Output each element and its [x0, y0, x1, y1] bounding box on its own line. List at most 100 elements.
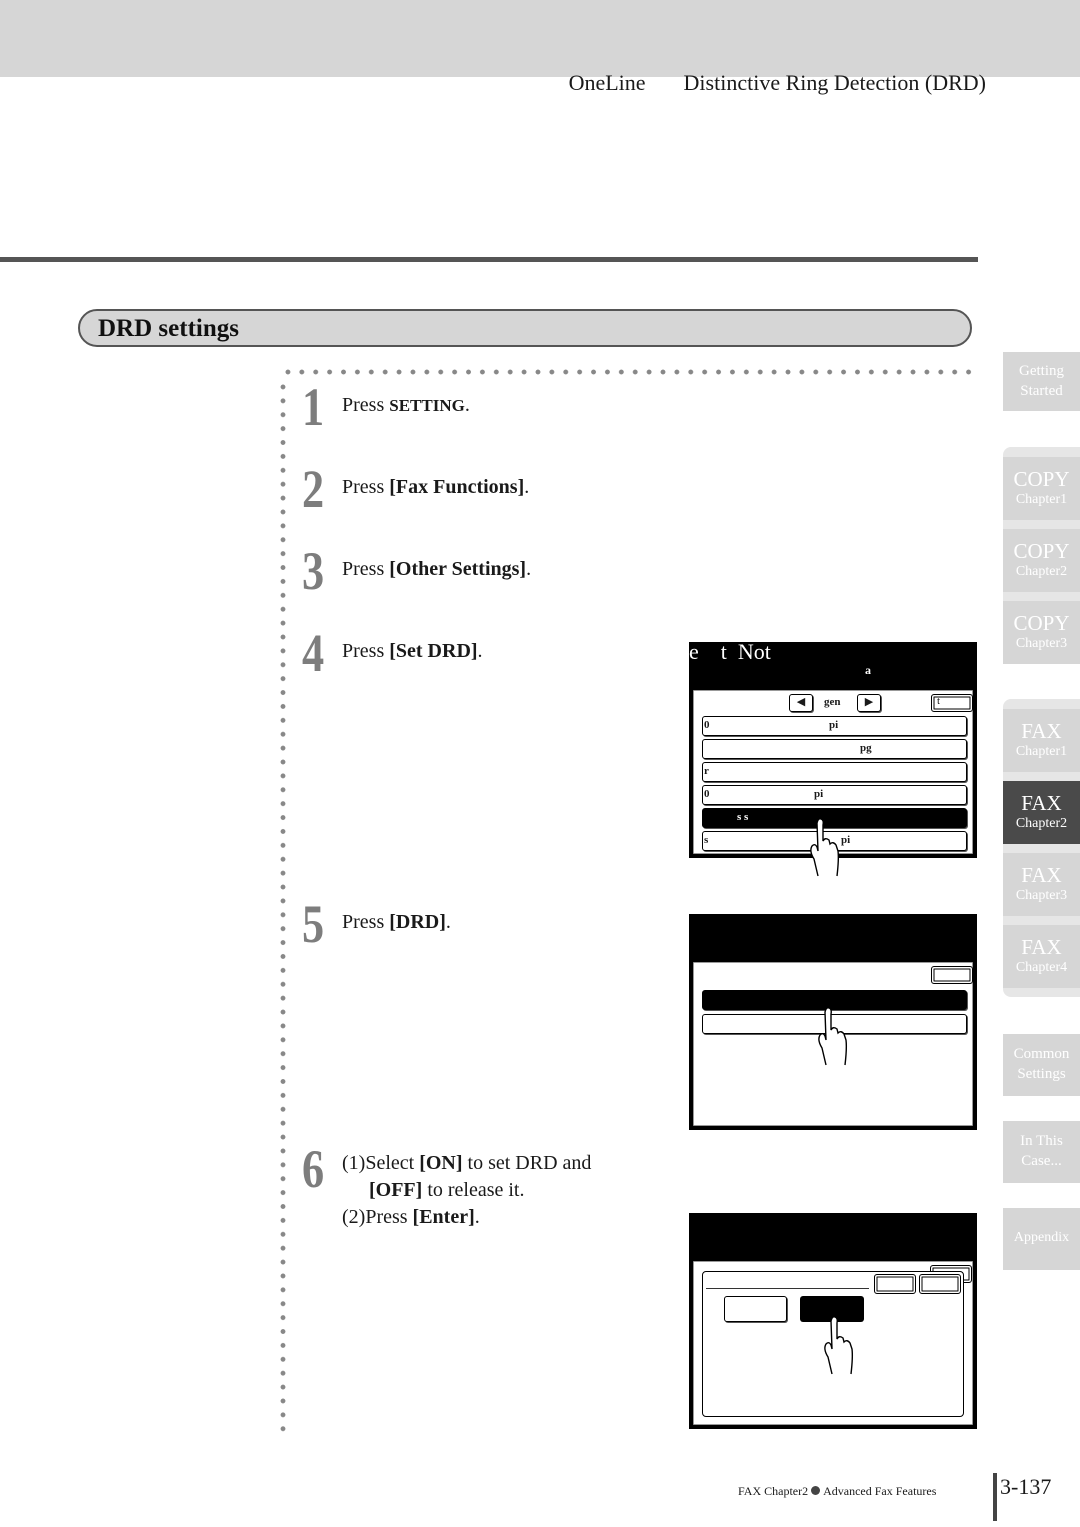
row-center-text: pi	[814, 788, 824, 800]
row-left-text: 0	[704, 719, 710, 731]
step-number: 2	[302, 459, 325, 519]
tab-label: FAX	[1021, 935, 1062, 959]
screen-set-drd	[689, 914, 977, 1130]
step-suffix: .	[477, 640, 483, 662]
tab-label: COPY	[1013, 611, 1070, 635]
menu-row[interactable]: pg	[702, 739, 967, 759]
tab-label: Appendix	[1013, 1230, 1070, 1245]
divider	[706, 1288, 869, 1289]
step-prefix: Press	[342, 911, 390, 933]
dotted-divider-horizontal	[281, 368, 978, 376]
step-number: 6	[302, 1139, 325, 1199]
step-text: Press SETTING.	[342, 394, 470, 417]
tab-copy-chapter1[interactable]: COPY Chapter1	[1003, 457, 1080, 520]
prev-page-button[interactable]: ◀	[789, 694, 813, 712]
on-button[interactable]	[724, 1296, 787, 1322]
pointing-hand-icon	[810, 818, 840, 877]
section-title: DRD settings	[98, 315, 239, 342]
tab-label: Common	[1013, 1046, 1070, 1062]
step-6-line-1: (1)Select [ON] to set DRD and	[342, 1150, 591, 1177]
tab-copy-chapter3[interactable]: COPY Chapter3	[1003, 601, 1080, 664]
row-center-text: pg	[860, 742, 872, 754]
footer-divider	[993, 1473, 997, 1521]
row-left-text: s s	[737, 811, 749, 823]
key-set-drd: [Set DRD]	[389, 640, 478, 662]
dotted-divider-vertical	[279, 380, 287, 1436]
tab-label: FAX	[1021, 863, 1062, 887]
step-prefix: Press	[342, 558, 390, 580]
row-left-text: 0	[704, 788, 710, 800]
text: (1)Select	[342, 1152, 420, 1174]
tab-sublabel: Settings	[1017, 1066, 1066, 1082]
tab-in-this-case[interactable]: In This Case...	[1003, 1121, 1080, 1183]
key-setting: SETTING	[389, 396, 465, 415]
tab-label: COPY	[1013, 467, 1070, 491]
step-suffix: .	[524, 476, 530, 498]
tab-sublabel: Chapter2	[1015, 816, 1068, 831]
row-left-text: r	[704, 765, 709, 777]
key-drd: [DRD]	[389, 911, 446, 933]
step-text: Press [Set DRD].	[342, 640, 483, 663]
footer-caption: FAX Chapter2 Advanced Fax Features	[738, 1484, 936, 1499]
step-text: Press [Other Settings].	[342, 558, 531, 581]
key-other-settings: [Other Settings]	[389, 558, 527, 580]
header-band: OneLine Distinctive Ring Detection (DRD)	[0, 0, 1080, 95]
next-page-button[interactable]: ▶	[857, 694, 881, 712]
tab-fax-chapter1[interactable]: FAX Chapter1	[1003, 709, 1080, 772]
pointing-hand-icon	[818, 1007, 848, 1066]
key-on: [ON]	[419, 1152, 463, 1174]
tab-sublabel: Chapter1	[1015, 492, 1068, 507]
footer-chapter: FAX Chapter2	[738, 1484, 809, 1498]
tab-sublabel: Chapter4	[1015, 960, 1068, 975]
key-enter: [Enter]	[412, 1206, 475, 1228]
bullet-icon	[811, 1486, 821, 1495]
step-number: 5	[302, 894, 325, 954]
key-off: [OFF]	[369, 1179, 423, 1201]
close-button[interactable]	[931, 966, 973, 984]
enter-button[interactable]	[919, 1274, 961, 1294]
tab-fax-chapter4[interactable]: FAX Chapter4	[1003, 925, 1080, 988]
key-fax-functions: [Fax Functions]	[389, 476, 525, 498]
tab-label: In This	[1020, 1133, 1063, 1149]
tab-label: COPY	[1013, 539, 1070, 563]
screen-drd-on-off	[689, 1213, 977, 1429]
header-topic: Distinctive Ring Detection (DRD)	[683, 70, 986, 95]
header-product: OneLine	[568, 70, 646, 95]
step-6-line-3: (2)Press [Enter].	[342, 1204, 591, 1231]
corner-button[interactable]: t	[931, 694, 973, 712]
step-text: Press [Fax Functions].	[342, 476, 529, 499]
tab-common-settings[interactable]: Common Settings	[1003, 1034, 1080, 1096]
step-number: 4	[302, 623, 325, 683]
screen-subtitle: a	[865, 663, 871, 677]
section-heading: DRD settings	[78, 309, 972, 347]
step-prefix: Press	[342, 394, 390, 416]
menu-row[interactable]: 0 pi	[702, 716, 967, 736]
tab-fax-chapter2[interactable]: FAX Chapter2	[1003, 781, 1080, 844]
screen-other-settings: e t Not a ◀ gen ▶ t 0 pi pg r 0 pi s s s pi	[689, 639, 977, 877]
step-suffix: .	[445, 911, 451, 933]
horizontal-rule	[0, 257, 978, 262]
menu-row[interactable]: 0 pi	[702, 785, 967, 805]
header-title: OneLine Distinctive Ring Detection (DRD)	[547, 44, 986, 122]
text: to set DRD and	[462, 1152, 592, 1174]
step-number: 1	[302, 377, 325, 437]
page-number: 3-137	[1000, 1474, 1052, 1499]
step-text: Press [DRD].	[342, 911, 451, 934]
tab-copy-chapter2[interactable]: COPY Chapter2	[1003, 529, 1080, 592]
footer-section: Advanced Fax Features	[823, 1484, 937, 1498]
cancel-button[interactable]	[874, 1274, 916, 1294]
tab-fax-chapter3[interactable]: FAX Chapter3	[1003, 853, 1080, 916]
tab-appendix[interactable]: Appendix	[1003, 1208, 1080, 1270]
tab-sublabel: Chapter2	[1015, 564, 1068, 579]
tab-sublabel: Started	[1020, 383, 1063, 399]
tab-getting-started[interactable]: Getting Started	[1003, 352, 1080, 411]
row-left-text: s	[704, 834, 709, 846]
step-suffix: .	[464, 394, 470, 416]
tab-label: FAX	[1021, 791, 1062, 815]
page-label: gen	[824, 696, 841, 708]
tab-sublabel: Chapter1	[1015, 744, 1068, 759]
step-6-line-2: [OFF] to release it.	[342, 1177, 591, 1204]
text: .	[474, 1206, 480, 1228]
menu-row[interactable]: r	[702, 762, 967, 782]
step-prefix: Press	[342, 640, 390, 662]
